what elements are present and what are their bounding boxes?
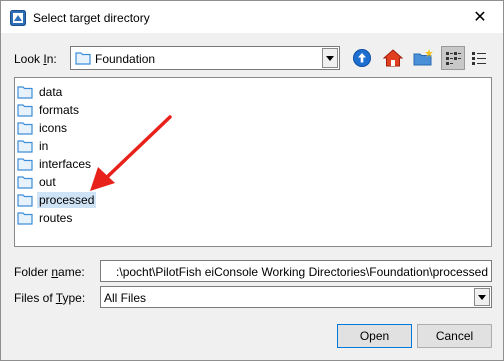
folder-icon [17, 176, 33, 189]
chevron-down-icon [478, 294, 486, 300]
new-folder-icon [413, 49, 433, 66]
list-item-label: data [39, 85, 63, 99]
open-button[interactable]: Open [337, 324, 412, 348]
look-in-label: Look In: [14, 52, 57, 66]
cancel-button[interactable]: Cancel [417, 324, 492, 348]
list-view-icon [446, 52, 461, 65]
list-item-label: routes [39, 211, 73, 225]
list-item-label: out [39, 175, 56, 189]
look-in-combo[interactable]: Foundation [70, 46, 340, 70]
folder-icon [75, 52, 91, 65]
files-of-type-label: Files of Type: [14, 291, 86, 305]
create-new-folder-button[interactable] [411, 46, 435, 70]
list-item-icons[interactable]: icons [17, 119, 69, 137]
list-item-label: in [39, 139, 49, 153]
list-item-formats[interactable]: formats [17, 101, 81, 119]
details-view-button[interactable] [467, 46, 491, 70]
look-in-value: Foundation [95, 52, 156, 66]
files-of-type-combo[interactable]: All Files [100, 286, 492, 308]
details-view-icon [472, 52, 486, 65]
home-button[interactable] [381, 46, 405, 70]
folder-icon [17, 122, 33, 135]
folder-icon [17, 140, 33, 153]
folder-name-field[interactable]: :\pocht\PilotFish eiConsole Working Dire… [100, 260, 492, 282]
folder-name-label: Folder name: [14, 265, 85, 279]
close-button[interactable]: ✕ [457, 1, 503, 33]
list-item-in[interactable]: in [17, 137, 50, 155]
folder-name-value: :\pocht\PilotFish eiConsole Working Dire… [116, 265, 488, 279]
folder-icon [17, 104, 33, 117]
folder-icon [17, 194, 33, 207]
select-directory-dialog: Select target directory ✕ Look In: Found… [0, 0, 504, 361]
list-item-data[interactable]: data [17, 83, 64, 101]
app-icon [10, 10, 26, 26]
close-icon: ✕ [473, 9, 487, 26]
window-title: Select target directory [33, 11, 150, 25]
up-one-level-button[interactable] [350, 46, 374, 70]
look-in-dropdown-button[interactable] [322, 48, 338, 68]
files-of-type-dropdown-button[interactable] [474, 288, 490, 306]
list-view-button[interactable] [441, 46, 465, 70]
up-arrow-icon [353, 49, 371, 67]
list-item-label: formats [39, 103, 80, 117]
annotation-arrow [90, 115, 172, 191]
files-of-type-value: All Files [104, 291, 147, 305]
folder-icon [17, 86, 33, 99]
folder-icon [17, 158, 33, 171]
list-item-routes[interactable]: routes [17, 209, 74, 227]
chevron-down-icon [326, 55, 334, 61]
list-item-out[interactable]: out [17, 173, 58, 191]
list-item-label: icons [39, 121, 68, 135]
folder-icon [17, 212, 33, 225]
title-bar: Select target directory ✕ [1, 1, 503, 33]
home-icon [382, 49, 404, 67]
